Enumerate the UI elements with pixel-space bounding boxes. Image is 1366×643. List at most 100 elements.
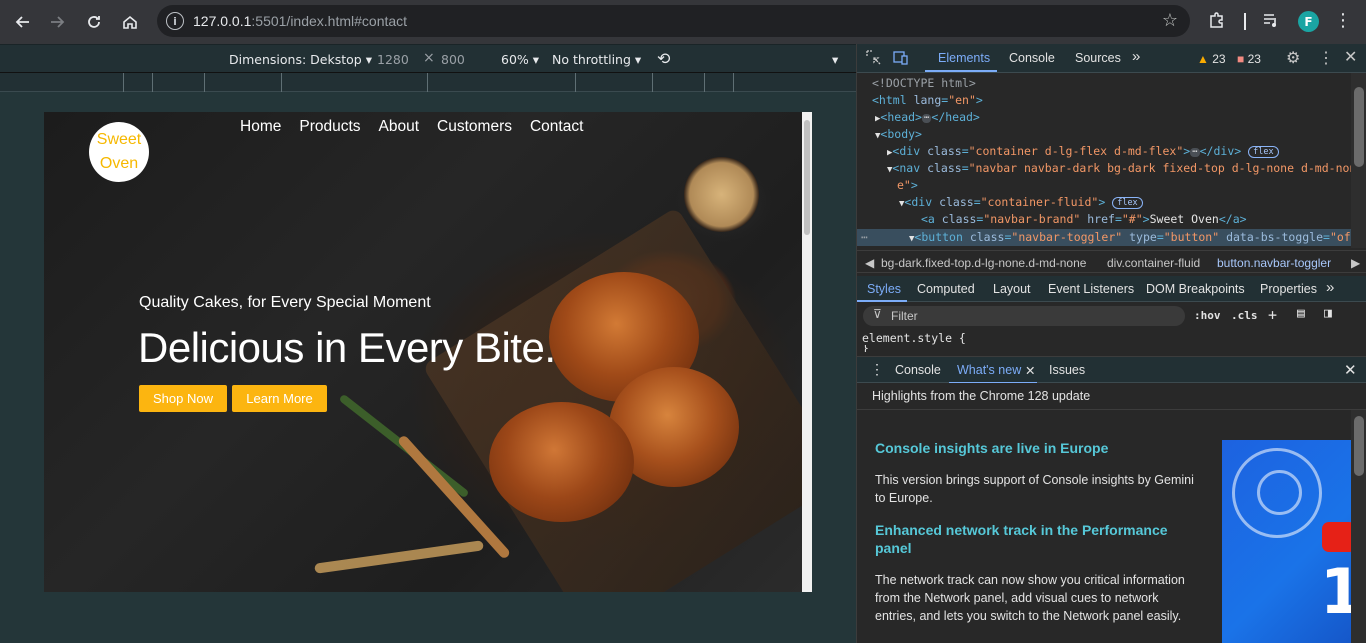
ruler-tick bbox=[123, 73, 124, 92]
html-node[interactable]: <html lang="en"> bbox=[872, 92, 983, 109]
tab-dom-breakpoints[interactable]: DOM Breakpoints bbox=[1146, 282, 1245, 296]
tab-layout[interactable]: Layout bbox=[993, 282, 1031, 296]
reload-icon[interactable] bbox=[80, 8, 108, 36]
zoom-dropdown[interactable]: 60% ▾ bbox=[501, 52, 539, 67]
nav-contact[interactable]: Contact bbox=[530, 118, 583, 136]
a-text: Sweet Oven bbox=[1149, 212, 1219, 226]
hov-toggle[interactable]: :hov bbox=[1194, 309, 1221, 322]
new-rule-icon[interactable]: + bbox=[1268, 306, 1277, 324]
drawer-tab-console[interactable]: Console bbox=[895, 363, 941, 377]
more-tabs-icon[interactable]: » bbox=[1132, 48, 1140, 65]
issues-badge[interactable]: ■ 23 bbox=[1237, 52, 1261, 66]
nav-about[interactable]: About bbox=[379, 118, 420, 136]
zoom-label: 60% bbox=[501, 52, 529, 67]
ellipsis-icon[interactable]: ⋯ bbox=[921, 114, 932, 123]
settings-gear-icon[interactable]: ⚙ bbox=[1286, 48, 1300, 68]
styles-filter-input[interactable]: ⊽ Filter bbox=[863, 306, 1185, 326]
more-tabs-icon[interactable]: » bbox=[1326, 279, 1334, 296]
scrollbar-thumb[interactable] bbox=[1354, 87, 1364, 167]
home-icon[interactable] bbox=[116, 8, 144, 36]
nav-products[interactable]: Products bbox=[299, 118, 360, 136]
back-arrow-icon[interactable] bbox=[8, 8, 36, 36]
width-input[interactable]: 1280 bbox=[377, 52, 409, 67]
rotate-icon[interactable]: ⟲ bbox=[657, 49, 670, 68]
scrollbar-thumb[interactable] bbox=[1354, 416, 1364, 476]
url-text[interactable]: 127.0.0.1:5501/index.html#contact bbox=[193, 13, 407, 29]
inspect-element-icon[interactable] bbox=[866, 50, 881, 68]
nav-tag: <nav bbox=[892, 161, 921, 175]
div-tag: <div bbox=[904, 195, 933, 209]
element-style-rule[interactable]: element.style {} bbox=[862, 331, 966, 352]
close-drawer-icon[interactable]: ✕ bbox=[1344, 361, 1357, 379]
tab-sources[interactable]: Sources bbox=[1075, 51, 1121, 65]
height-input[interactable]: 800 bbox=[441, 52, 465, 67]
whats-new-heading[interactable]: Console insights are live in Europe bbox=[875, 439, 1195, 457]
div-tag: <div bbox=[892, 144, 921, 158]
button-node[interactable]: ▼<button class="navbar-toggler" type="bu… bbox=[909, 229, 1365, 248]
breadcrumb-item-active[interactable]: button.navbar-toggler bbox=[1217, 256, 1331, 270]
tab-console[interactable]: Console bbox=[1009, 51, 1055, 65]
tab-computed[interactable]: Computed bbox=[917, 282, 975, 296]
site-scrollbar[interactable] bbox=[802, 112, 812, 592]
site-info-icon[interactable]: i bbox=[166, 12, 184, 30]
nav-home[interactable]: Home bbox=[240, 118, 281, 136]
a-tag: <a bbox=[921, 212, 935, 226]
learn-more-button[interactable]: Learn More bbox=[232, 385, 327, 412]
video-thumbnail-image[interactable]: 1 bbox=[1222, 440, 1351, 643]
address-bar[interactable]: i 127.0.0.1:5501/index.html#contact ☆ bbox=[157, 5, 1190, 37]
nav-node[interactable]: ▼<nav class="navbar navbar-dark bg-dark … bbox=[887, 160, 1356, 179]
drawer-menu-icon[interactable]: ⋮ bbox=[870, 361, 884, 378]
bookmark-star-icon[interactable]: ☆ bbox=[1162, 10, 1178, 31]
a-node[interactable]: <a class="navbar-brand" href="#">Sweet O… bbox=[921, 211, 1247, 228]
shop-now-button[interactable]: Shop Now bbox=[139, 385, 227, 412]
site-logo[interactable]: Sweet Oven bbox=[89, 122, 149, 182]
ruler-tick bbox=[733, 73, 734, 92]
tab-properties[interactable]: Properties bbox=[1260, 282, 1317, 296]
warnings-badge[interactable]: ▲ 23 bbox=[1197, 52, 1226, 66]
flex-badge[interactable]: flex bbox=[1248, 146, 1279, 158]
dom-tree-scrollbar[interactable] bbox=[1351, 73, 1366, 248]
throttling-dropdown[interactable]: No throttling ▾ bbox=[552, 52, 641, 67]
breadcrumb-forward-icon[interactable]: ▶ bbox=[1351, 256, 1360, 270]
close-devtools-icon[interactable]: ✕ bbox=[1344, 47, 1357, 67]
sidebar-toggle-icon[interactable]: ◨ bbox=[1324, 306, 1332, 321]
drawer-tab-issues[interactable]: Issues bbox=[1049, 363, 1085, 377]
device-toggle-icon[interactable] bbox=[893, 50, 909, 68]
styles-tabbar: Styles Computed Layout Event Listeners D… bbox=[857, 276, 1366, 302]
toggle-attr: data-bs-toggle bbox=[1226, 230, 1324, 244]
media-queue-icon[interactable] bbox=[1262, 11, 1280, 34]
type-value: "button" bbox=[1163, 230, 1220, 244]
node-actions-ellipsis[interactable]: ⋯ bbox=[861, 229, 868, 246]
whats-new-heading[interactable]: Enhanced network track in the Performanc… bbox=[875, 521, 1195, 557]
breadcrumb-item[interactable]: div.container-fluid bbox=[1107, 256, 1200, 270]
cls-toggle[interactable]: .cls bbox=[1231, 309, 1258, 322]
dom-tree[interactable]: <!DOCTYPE html> <html lang="en"> ▶ <head>… bbox=[857, 73, 1365, 273]
grain-bowl-image bbox=[684, 157, 759, 232]
forward-arrow-icon[interactable] bbox=[44, 8, 72, 36]
scrollbar-thumb[interactable] bbox=[804, 120, 810, 235]
devtools-menu-icon[interactable]: ⋮ bbox=[1318, 48, 1334, 68]
tab-elements[interactable]: Elements bbox=[938, 51, 990, 65]
whats-new-title: Highlights from the Chrome 128 update bbox=[872, 389, 1091, 403]
html-attr: lang bbox=[913, 93, 942, 107]
class-value: "navbar navbar-dark bg-dark fixed-top d-… bbox=[968, 161, 1357, 175]
breadcrumb-back-icon[interactable]: ◀ bbox=[865, 256, 874, 270]
extensions-puzzle-icon[interactable] bbox=[1208, 11, 1226, 34]
doctype-node[interactable]: <!DOCTYPE html> bbox=[872, 75, 976, 92]
dimensions-dropdown[interactable]: Dimensions: Dekstop ▾ bbox=[229, 52, 372, 67]
drawer-tab-whats-new[interactable]: What's new bbox=[957, 363, 1021, 377]
close-tab-icon[interactable]: ✕ bbox=[1025, 363, 1035, 378]
profile-avatar[interactable]: F bbox=[1298, 11, 1319, 32]
element-style-selector: element.style { bbox=[862, 331, 966, 345]
tab-event-listeners[interactable]: Event Listeners bbox=[1048, 282, 1134, 296]
flex-badge[interactable]: flex bbox=[1112, 197, 1143, 209]
browser-menu-icon[interactable]: ⋮ bbox=[1334, 10, 1352, 31]
tab-styles[interactable]: Styles bbox=[867, 282, 901, 296]
thumbnail-number: 1 bbox=[1320, 555, 1351, 628]
ellipsis-icon[interactable]: ⋯ bbox=[1190, 148, 1200, 157]
whats-new-scrollbar[interactable] bbox=[1351, 410, 1366, 643]
paint-icon[interactable]: ▤ bbox=[1297, 306, 1305, 321]
nav-customers[interactable]: Customers bbox=[437, 118, 512, 136]
breadcrumb-item[interactable]: bg-dark.fixed-top.d-lg-none.d-md-none bbox=[881, 256, 1086, 270]
device-options-icon[interactable]: ▾ bbox=[832, 52, 838, 67]
